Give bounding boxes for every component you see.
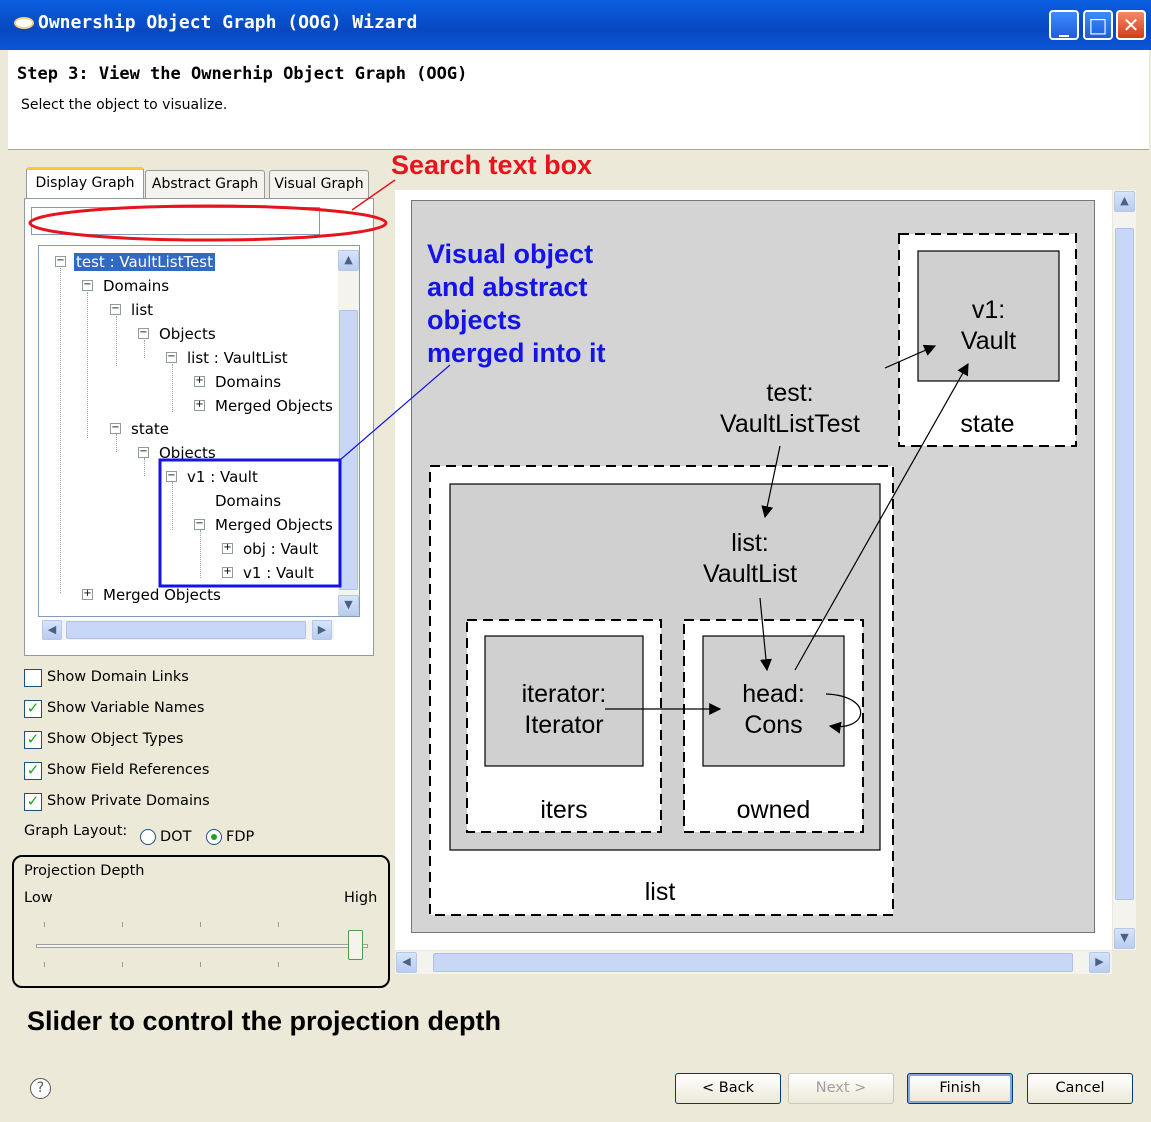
- domain-owned-label: owned: [736, 796, 811, 824]
- cancel-button[interactable]: Cancel: [1027, 1073, 1133, 1104]
- merged-callout-line: [339, 364, 451, 461]
- slider-annotation: Slider to control the projection depth: [27, 1006, 502, 1036]
- search-callout-line: [351, 179, 396, 211]
- node-head-label: head: Cons: [742, 680, 805, 739]
- node-v1-label: v1: Vault: [960, 296, 1017, 355]
- domain-state-label: state: [960, 410, 1015, 438]
- help-icon[interactable]: ?: [30, 1078, 51, 1099]
- domain-list-label: list: [644, 878, 676, 906]
- scroll-right-icon[interactable]: ▶: [1089, 952, 1110, 973]
- domain-iters-label: iters: [540, 796, 588, 824]
- scroll-left-icon[interactable]: ◀: [396, 952, 417, 973]
- scroll-up-icon[interactable]: ▲: [1114, 191, 1135, 212]
- node-iterator-label: iterator: Iterator: [521, 680, 607, 739]
- finish-button[interactable]: Finish: [907, 1073, 1013, 1104]
- next-button[interactable]: Next >: [788, 1073, 894, 1104]
- graph-vertical-scrollbar[interactable]: ▲ ▼: [1113, 190, 1136, 950]
- merged-annotation: Visual object and abstract objects merge…: [427, 239, 606, 368]
- search-annotation: Search text box: [391, 150, 593, 180]
- scroll-thumb[interactable]: [433, 953, 1073, 972]
- scroll-down-icon[interactable]: ▼: [1114, 928, 1135, 949]
- graph-horizontal-scrollbar[interactable]: ◀ ▶: [395, 951, 1112, 974]
- search-highlight-ellipse: [28, 204, 388, 242]
- back-button[interactable]: < Back: [675, 1073, 781, 1104]
- node-test-label: test: VaultListTest: [720, 379, 860, 438]
- node-list-label: list: VaultList: [702, 529, 798, 588]
- merged-highlight-box: [158, 458, 342, 588]
- scroll-thumb[interactable]: [1115, 228, 1134, 900]
